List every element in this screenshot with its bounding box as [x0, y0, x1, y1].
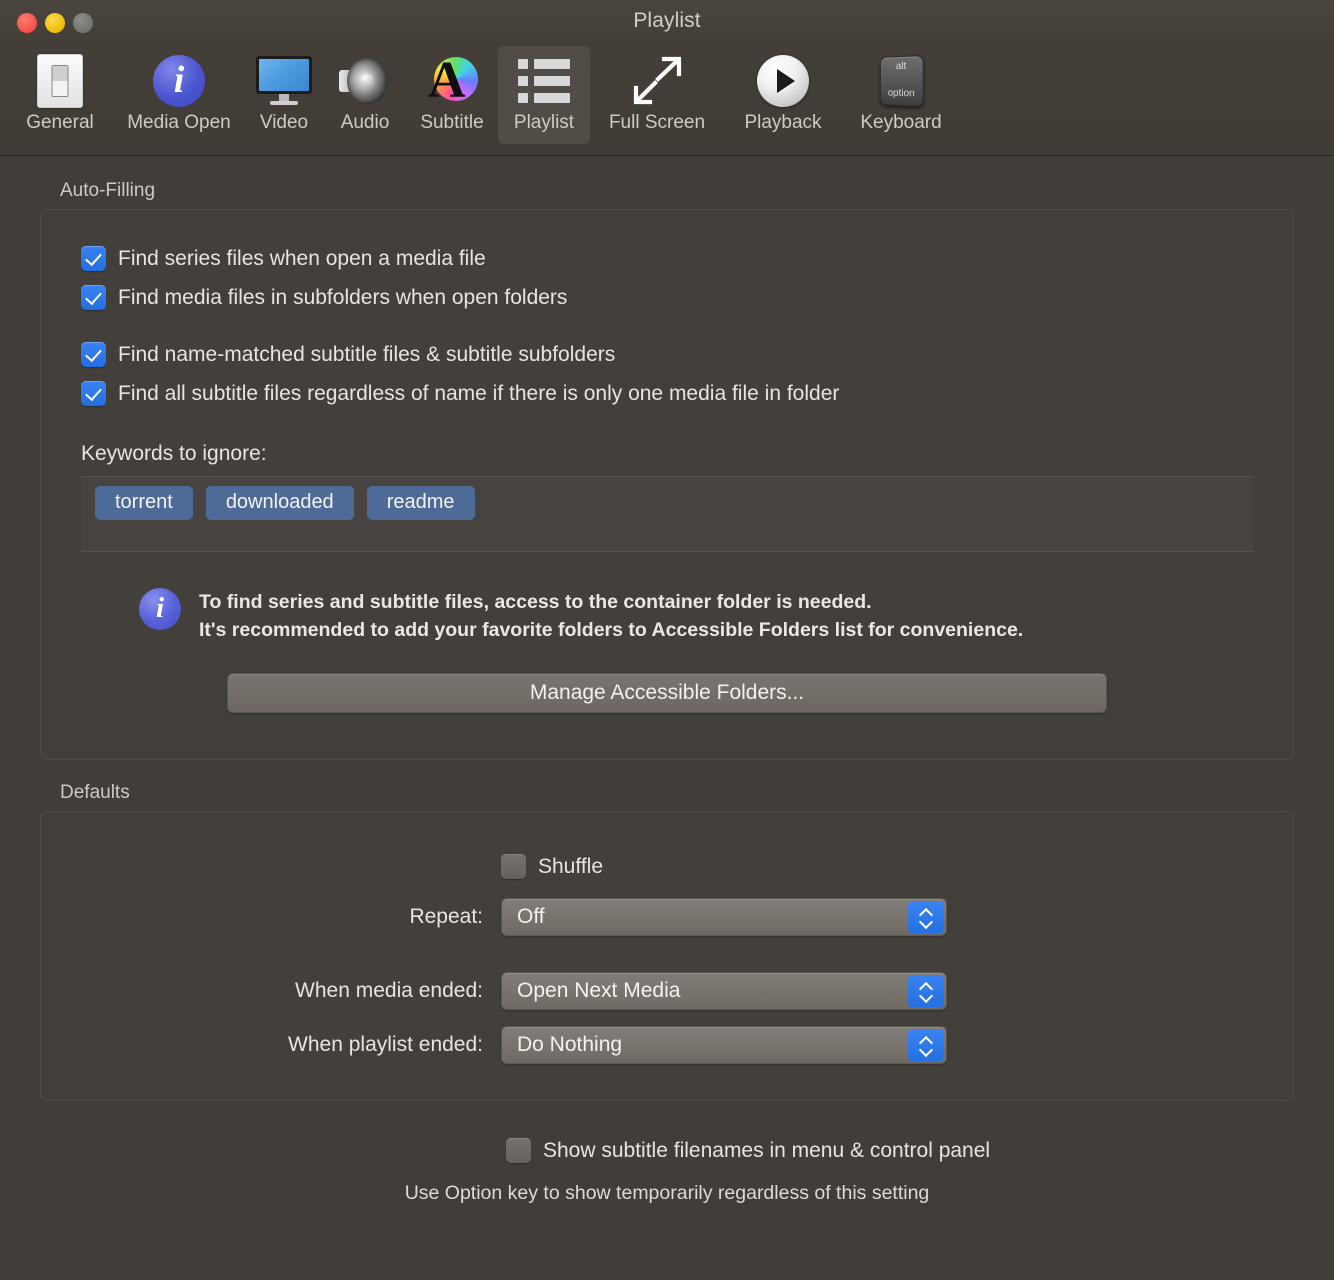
- info-icon: i: [150, 52, 208, 110]
- auto-filling-group-label: Auto-Filling: [40, 156, 1294, 209]
- tab-subtitle-label: Subtitle: [420, 112, 483, 134]
- play-icon: [754, 52, 812, 110]
- speaker-icon: [336, 52, 394, 110]
- info-line-2: It's recommended to add your favorite fo…: [199, 616, 1023, 644]
- defaults-group-label: Defaults: [40, 760, 1294, 811]
- tab-video-label: Video: [260, 112, 308, 134]
- checkbox-shuffle-label: Shuffle: [538, 855, 603, 879]
- window-title: Playlist: [0, 9, 1334, 33]
- preferences-content: Auto-Filling Find series files when open…: [0, 156, 1334, 1280]
- tab-audio[interactable]: Audio: [324, 46, 406, 144]
- info-icon: i: [139, 588, 181, 630]
- tab-general-label: General: [26, 112, 94, 134]
- tab-subtitle[interactable]: A Subtitle: [406, 46, 498, 144]
- checkbox-find-all-subtitles-label: Find all subtitle files regardless of na…: [118, 382, 839, 406]
- checkbox-show-subtitle-filenames[interactable]: Show subtitle filenames in menu & contro…: [40, 1138, 1294, 1163]
- checkbox-find-series-files[interactable]: Find series files when open a media file: [81, 246, 1253, 271]
- auto-filling-groupbox: Find series files when open a media file…: [40, 209, 1294, 760]
- tab-full-screen[interactable]: Full Screen: [590, 46, 724, 144]
- tab-playback[interactable]: Playback: [724, 46, 842, 144]
- chevron-updown-icon[interactable]: [908, 901, 944, 933]
- checkbox-find-series-files-box[interactable]: [81, 246, 106, 271]
- window-titlebar: Playlist: [0, 0, 1334, 46]
- list-icon: [515, 52, 573, 110]
- tab-playlist[interactable]: Playlist: [498, 46, 590, 144]
- checkbox-find-name-matched-subtitles-label: Find name-matched subtitle files & subti…: [118, 343, 615, 367]
- repeat-value: Off: [502, 905, 545, 929]
- option-key-footnote: Use Option key to show temporarily regar…: [40, 1182, 1294, 1205]
- defaults-groupbox: Shuffle Repeat: Off When media ended: Op…: [40, 811, 1294, 1101]
- tab-media-open-label: Media Open: [127, 112, 231, 134]
- tab-media-open[interactable]: i Media Open: [114, 46, 244, 144]
- alt-key-icon: altoption: [872, 52, 930, 110]
- checkbox-find-name-matched-subtitles-box[interactable]: [81, 342, 106, 367]
- when-media-ended-label: When media ended:: [41, 979, 501, 1003]
- when-playlist-ended-popup-button[interactable]: Do Nothing: [501, 1026, 947, 1064]
- repeat-label: Repeat:: [41, 905, 501, 929]
- tab-audio-label: Audio: [341, 112, 390, 134]
- when-playlist-ended-value: Do Nothing: [502, 1033, 622, 1057]
- info-line-1: To find series and subtitle files, acces…: [199, 588, 1023, 616]
- when-playlist-ended-label: When playlist ended:: [41, 1033, 501, 1057]
- checkbox-find-name-matched-subtitles[interactable]: Find name-matched subtitle files & subti…: [81, 342, 1253, 367]
- keyword-token[interactable]: downloaded: [206, 486, 354, 520]
- chevron-updown-icon[interactable]: [908, 1029, 944, 1061]
- tab-playback-label: Playback: [744, 112, 821, 134]
- when-media-ended-popup-button[interactable]: Open Next Media: [501, 972, 947, 1010]
- keywords-token-field[interactable]: torrent downloaded readme: [81, 476, 1253, 552]
- keyword-token[interactable]: readme: [367, 486, 475, 520]
- checkbox-find-all-subtitles-box[interactable]: [81, 381, 106, 406]
- keyword-token[interactable]: torrent: [95, 486, 193, 520]
- repeat-row: Repeat: Off: [41, 898, 1293, 936]
- when-media-ended-value: Open Next Media: [502, 979, 680, 1003]
- expand-icon: [628, 52, 686, 110]
- checkbox-find-media-subfolders[interactable]: Find media files in subfolders when open…: [81, 285, 1253, 310]
- when-media-ended-row: When media ended: Open Next Media: [41, 972, 1293, 1010]
- checkbox-find-all-subtitles[interactable]: Find all subtitle files regardless of na…: [81, 381, 1253, 406]
- chevron-updown-icon[interactable]: [908, 975, 944, 1007]
- font-icon: A: [423, 52, 481, 110]
- checkbox-show-subtitle-filenames-box[interactable]: [506, 1138, 531, 1163]
- tab-keyboard[interactable]: altoption Keyboard: [842, 46, 960, 144]
- shuffle-row: Shuffle: [41, 854, 1293, 879]
- checkbox-shuffle-box[interactable]: [501, 854, 526, 879]
- checkbox-find-series-files-label: Find series files when open a media file: [118, 247, 486, 271]
- repeat-popup-button[interactable]: Off: [501, 898, 947, 936]
- accessible-folders-info-text: To find series and subtitle files, acces…: [199, 588, 1023, 644]
- checkbox-shuffle[interactable]: Shuffle: [501, 854, 603, 879]
- when-playlist-ended-row: When playlist ended: Do Nothing: [41, 1026, 1293, 1064]
- tab-full-screen-label: Full Screen: [609, 112, 705, 134]
- checkbox-find-media-subfolders-box[interactable]: [81, 285, 106, 310]
- accessible-folders-info: i To find series and subtitle files, acc…: [81, 588, 1253, 644]
- tab-general[interactable]: General: [6, 46, 114, 144]
- tab-playlist-label: Playlist: [514, 112, 574, 134]
- manage-accessible-folders-button[interactable]: Manage Accessible Folders...: [227, 673, 1107, 713]
- tab-keyboard-label: Keyboard: [860, 112, 941, 134]
- display-icon: [255, 52, 313, 110]
- switch-icon: [31, 52, 89, 110]
- checkbox-show-subtitle-filenames-label: Show subtitle filenames in menu & contro…: [543, 1139, 990, 1163]
- preferences-toolbar: General i Media Open Video Audio A Subti…: [0, 46, 1334, 156]
- tab-video[interactable]: Video: [244, 46, 324, 144]
- checkbox-find-media-subfolders-label: Find media files in subfolders when open…: [118, 286, 567, 310]
- keywords-to-ignore-label: Keywords to ignore:: [81, 442, 1253, 466]
